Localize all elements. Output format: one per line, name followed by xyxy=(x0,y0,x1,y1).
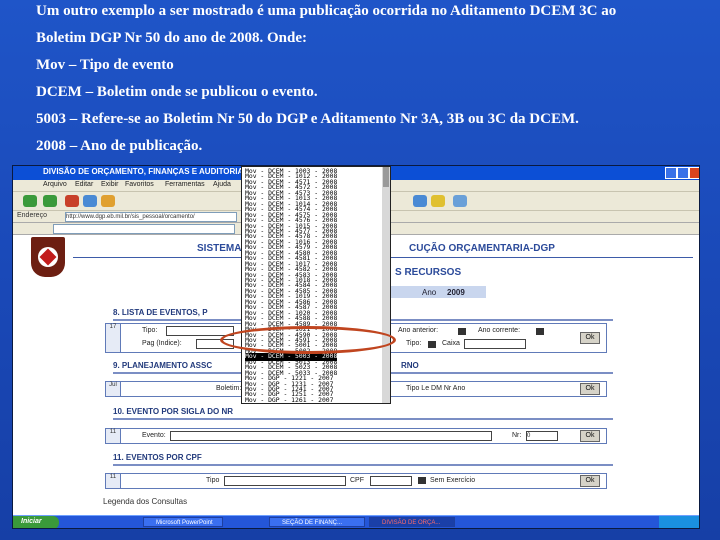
search-icon[interactable] xyxy=(413,195,427,207)
legend-text: Legenda dos Consultas xyxy=(103,497,188,506)
section-11-line xyxy=(113,464,613,466)
slide-line-2: Boletim DGP Nr 50 do ano de 2008. Onde: xyxy=(36,30,307,46)
menu-ajuda[interactable]: Ajuda xyxy=(213,181,231,188)
scroll-thumb[interactable] xyxy=(383,167,389,187)
s11-tipo-select[interactable] xyxy=(224,476,346,486)
system-title-left: SISTEMA xyxy=(197,243,242,254)
slide-line-1: Um outro exemplo a ser mostrado é uma pu… xyxy=(36,3,617,19)
menu-arquivo[interactable]: Arquivo xyxy=(43,181,67,188)
forward-icon[interactable] xyxy=(43,195,57,207)
slide-line-5: 5003 – Refere-se ao Boletim Nr 50 do DGP… xyxy=(36,111,579,127)
dgp-logo xyxy=(31,237,65,277)
slide-line-6: 2008 – Ano de publicação. xyxy=(36,138,203,154)
caixa-input[interactable] xyxy=(464,339,526,349)
system-title-right: CUÇÃO ORÇAMENTARIA-DGP xyxy=(409,243,555,254)
menu-exibir[interactable]: Exibir xyxy=(101,181,119,188)
sem-exercicio-checkbox[interactable] xyxy=(418,477,426,484)
back-icon[interactable] xyxy=(23,195,37,207)
section-8-title: 8. LISTA DE EVENTOS, P xyxy=(113,308,208,317)
sem-exercicio-label: Sem Exercício xyxy=(430,477,476,484)
section-11-title: 11. EVENTOS POR CPF xyxy=(113,453,202,462)
s10-ok-button[interactable]: Ok xyxy=(580,430,600,442)
dropdown-option[interactable]: Mov - DGP - 1261 - 2007 xyxy=(245,396,334,403)
s11-ok-button[interactable]: Ok xyxy=(580,475,600,487)
task-divisao-orcamento[interactable]: DIVISÃO DE ORÇA... xyxy=(369,517,455,527)
start-button[interactable]: Iniciar xyxy=(13,516,59,528)
tipo-le-label: Tipo Le DM Nr Ano xyxy=(406,385,466,392)
nr-input[interactable]: 0 xyxy=(526,431,558,441)
tipo2-label: Tipo: xyxy=(406,340,422,347)
slide-line-3: Mov – Tipo de evento xyxy=(36,57,174,73)
event-dropdown-list[interactable]: Mov - DCEM - 1003 - 2008 Mov - DCEM - 101… xyxy=(241,166,391,404)
boletim-label: Boletim: xyxy=(216,385,242,392)
address-input[interactable]: http://www.dgp.eb.mil.br/sis_pessoal/orc… xyxy=(65,212,237,222)
start-label: Iniciar xyxy=(21,518,42,525)
pag-label: Pag (Indice): xyxy=(142,340,182,347)
links-input[interactable] xyxy=(53,224,235,234)
maximize-button[interactable] xyxy=(677,167,689,179)
dropdown-scrollbar[interactable] xyxy=(382,167,390,403)
section-10-panel: 11 Evento: Nr: 0 Ok xyxy=(105,428,607,444)
tipo-label: Tipo: xyxy=(142,327,158,334)
close-button[interactable] xyxy=(689,167,699,179)
year-label: Ano xyxy=(422,288,437,297)
stop-icon[interactable] xyxy=(65,195,79,207)
task-secao-financas[interactable]: SEÇÃO DE FINANÇ... xyxy=(269,517,365,527)
section-9-title: 9. PLANEJAMENTO ASSC xyxy=(113,361,213,370)
section-10-line xyxy=(113,418,613,420)
nr-label: Nr: xyxy=(512,432,522,439)
s11-tipo-label: Tipo xyxy=(206,477,220,484)
cpf-input[interactable] xyxy=(370,476,412,486)
ano-corrente-label: Ano corrente: xyxy=(478,327,521,334)
evento-select[interactable] xyxy=(170,431,492,441)
ano-anterior-label: Ano anterior: xyxy=(398,327,439,334)
slide-line-4: DCEM – Boletim onde se publicou o evento… xyxy=(36,84,318,100)
section-8-side: 17 xyxy=(106,324,121,352)
task-powerpoint[interactable]: Microsoft PowerPoint xyxy=(143,517,223,527)
page-subtitle: S RECURSOS xyxy=(395,267,462,278)
section-10-side: 11 xyxy=(106,429,121,443)
refresh-icon[interactable] xyxy=(83,195,97,207)
window-title: DIVISÃO DE ORÇAMENTO, FINANÇAS E AUDITOR… xyxy=(43,167,244,176)
ano-corrente-checkbox[interactable] xyxy=(536,328,544,335)
address-label: Endereço xyxy=(17,212,47,219)
ano-anterior-checkbox[interactable] xyxy=(458,328,466,335)
cpf-label: CPF xyxy=(350,477,364,484)
section-9-side: Jul xyxy=(106,382,121,396)
menu-editar[interactable]: Editar xyxy=(75,181,93,188)
menu-ferramentas[interactable]: Ferramentas xyxy=(165,181,205,188)
year-value: 2009 xyxy=(447,288,465,297)
menu-favoritos[interactable]: Favoritos xyxy=(125,181,154,188)
print-icon[interactable] xyxy=(453,195,467,207)
taskbar: Iniciar Microsoft PowerPoint SEÇÃO DE FI… xyxy=(13,515,699,528)
caixa-label: Caixa xyxy=(442,340,460,347)
tipo2-checkbox[interactable] xyxy=(428,341,436,348)
evento-label: Evento: xyxy=(142,432,166,439)
s8-ok-button[interactable]: Ok xyxy=(580,332,600,344)
minimize-button[interactable] xyxy=(665,167,677,179)
favorites-icon[interactable] xyxy=(431,195,445,207)
section-9-title-right: RNO xyxy=(401,361,419,370)
home-icon[interactable] xyxy=(101,195,115,207)
section-10-title: 10. EVENTO POR SIGLA DO NR xyxy=(113,407,234,416)
highlight-oval xyxy=(220,326,396,354)
section-11-panel: 11 Tipo CPF Sem Exercício Ok xyxy=(105,473,607,489)
section-11-side: 11 xyxy=(106,474,121,488)
s9-ok-button[interactable]: Ok xyxy=(580,383,600,395)
system-tray xyxy=(659,516,699,528)
